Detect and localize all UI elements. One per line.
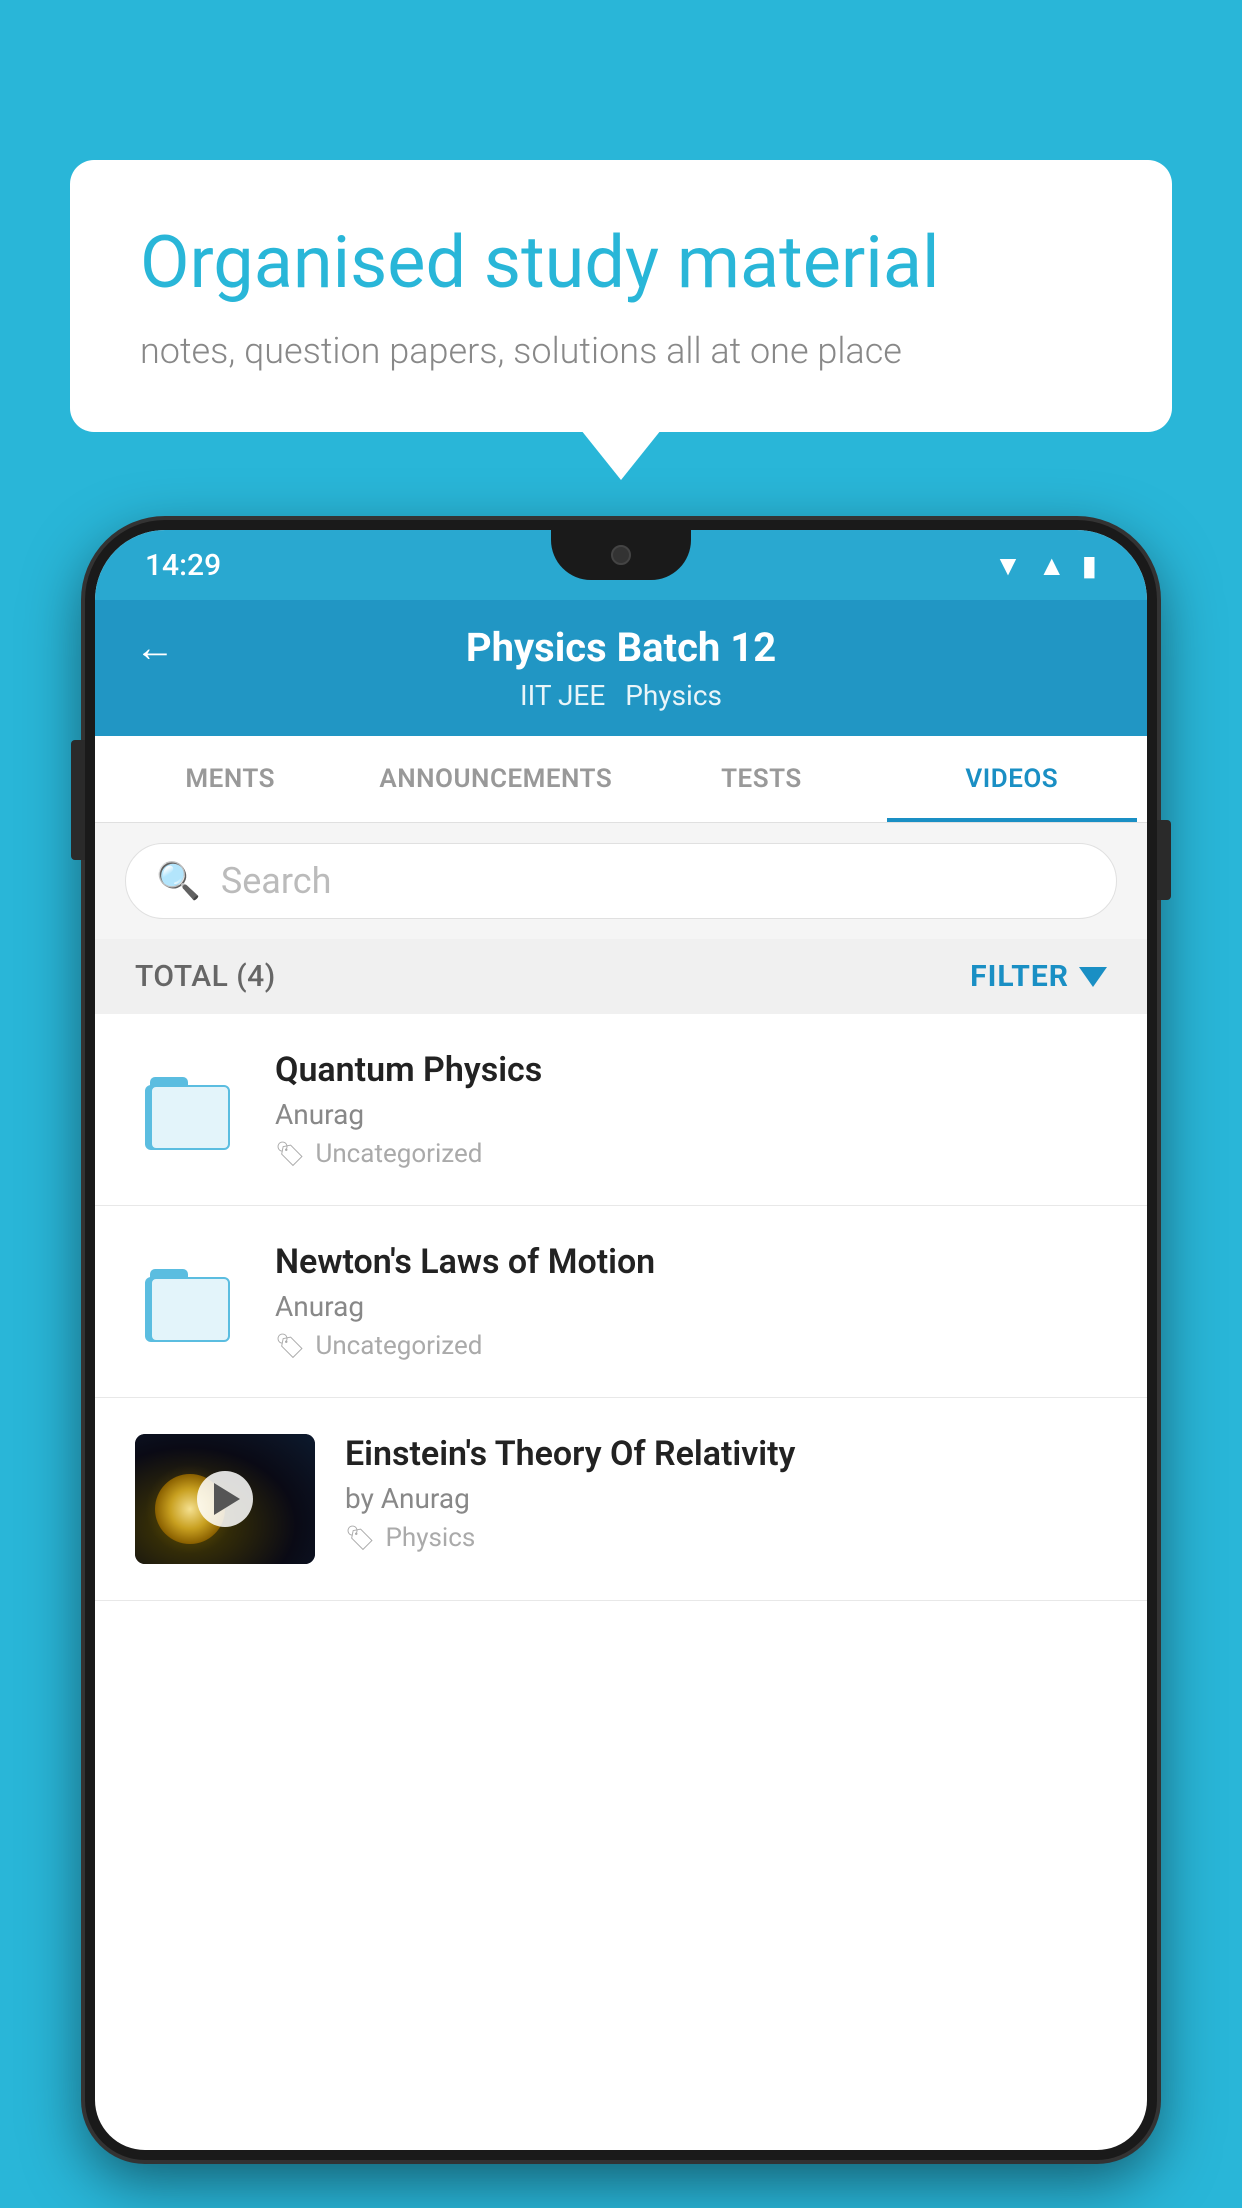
phone-wrapper: 14:29 ▼ ▲ ▮ ← Physics Batch 12 IIT JEE P… (85, 520, 1157, 2208)
status-time: 14:29 (145, 548, 221, 583)
search-bar-wrapper: 🔍 Search (95, 823, 1147, 939)
tag-label: Uncategorized (315, 1139, 482, 1169)
item-thumbnail (135, 1050, 245, 1160)
wifi-icon: ▼ (994, 549, 1022, 582)
filter-bar: TOTAL (4) FILTER (95, 939, 1147, 1014)
item-tag: 🏷 Uncategorized (275, 1139, 1107, 1169)
tag-label: Uncategorized (315, 1331, 482, 1361)
folder-icon (140, 1055, 240, 1155)
tag-icon: 🏷 (275, 1332, 305, 1360)
speech-bubble: Organised study material notes, question… (70, 160, 1172, 432)
item-author: Anurag (275, 1290, 1107, 1323)
bubble-subtitle: notes, question papers, solutions all at… (140, 330, 1102, 372)
item-author: Anurag (275, 1098, 1107, 1131)
tabs-bar: MENTS ANNOUNCEMENTS TESTS VIDEOS (95, 736, 1147, 823)
notch (551, 530, 691, 580)
filter-button[interactable]: FILTER (970, 959, 1107, 994)
play-button[interactable] (197, 1471, 253, 1527)
phone-screen: 14:29 ▼ ▲ ▮ ← Physics Batch 12 IIT JEE P… (95, 530, 1147, 2150)
bubble-title: Organised study material (140, 220, 1102, 306)
tab-announcements[interactable]: ANNOUNCEMENTS (355, 736, 636, 822)
tab-tests[interactable]: TESTS (636, 736, 886, 822)
filter-label: FILTER (970, 959, 1069, 994)
speech-bubble-section: Organised study material notes, question… (70, 160, 1172, 432)
search-bar[interactable]: 🔍 Search (125, 843, 1117, 919)
video-list: Quantum Physics Anurag 🏷 Uncategorized (95, 1014, 1147, 1601)
folder-icon (140, 1247, 240, 1347)
item-title: Quantum Physics (275, 1050, 1107, 1090)
back-button[interactable]: ← (135, 624, 175, 671)
tab-ments[interactable]: MENTS (105, 736, 355, 822)
tag-icon: 🏷 (275, 1140, 305, 1168)
header-top: ← Physics Batch 12 (135, 624, 1107, 671)
phone-device: 14:29 ▼ ▲ ▮ ← Physics Batch 12 IIT JEE P… (85, 520, 1157, 2160)
item-title: Einstein's Theory Of Relativity (345, 1434, 1107, 1474)
item-info: Newton's Laws of Motion Anurag 🏷 Uncateg… (275, 1242, 1107, 1361)
item-tag: 🏷 Uncategorized (275, 1331, 1107, 1361)
item-video-thumbnail (135, 1434, 315, 1564)
battery-icon: ▮ (1082, 549, 1097, 582)
status-bar: 14:29 ▼ ▲ ▮ (95, 530, 1147, 600)
header-tags: IIT JEE Physics (520, 679, 722, 712)
search-input[interactable]: Search (221, 860, 332, 902)
tab-videos[interactable]: VIDEOS (887, 736, 1137, 822)
tag-label: Physics (385, 1523, 475, 1553)
status-icons: ▼ ▲ ▮ (994, 549, 1097, 582)
item-tag: 🏷 Physics (345, 1523, 1107, 1553)
search-icon: 🔍 (156, 860, 201, 902)
camera-dot (611, 545, 631, 565)
list-item[interactable]: Einstein's Theory Of Relativity by Anura… (95, 1398, 1147, 1601)
signal-icon: ▲ (1038, 549, 1066, 582)
play-icon (214, 1483, 240, 1515)
page-title: Physics Batch 12 (466, 624, 776, 671)
item-title: Newton's Laws of Motion (275, 1242, 1107, 1282)
filter-icon (1079, 967, 1107, 987)
item-info: Quantum Physics Anurag 🏷 Uncategorized (275, 1050, 1107, 1169)
tag-iit-jee: IIT JEE (520, 679, 605, 712)
tag-physics: Physics (625, 679, 722, 712)
app-header: ← Physics Batch 12 IIT JEE Physics (95, 600, 1147, 736)
total-count-label: TOTAL (4) (135, 959, 276, 994)
list-item[interactable]: Quantum Physics Anurag 🏷 Uncategorized (95, 1014, 1147, 1206)
item-thumbnail (135, 1242, 245, 1352)
tag-icon: 🏷 (345, 1524, 375, 1552)
item-info: Einstein's Theory Of Relativity by Anura… (345, 1434, 1107, 1553)
list-item[interactable]: Newton's Laws of Motion Anurag 🏷 Uncateg… (95, 1206, 1147, 1398)
item-author: by Anurag (345, 1482, 1107, 1515)
